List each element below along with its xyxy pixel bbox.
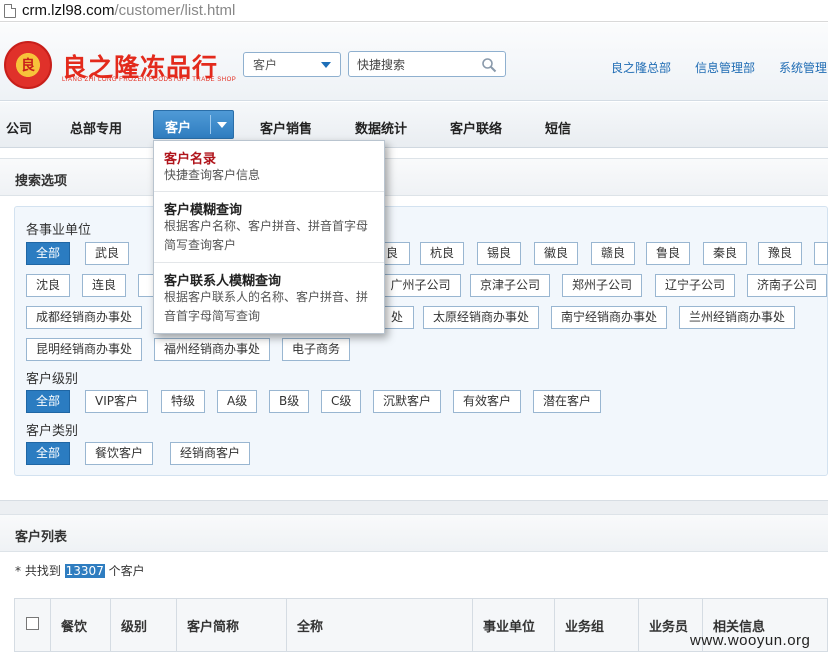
level-chip[interactable]: 潜在客户 bbox=[533, 390, 602, 413]
unit-chip[interactable] bbox=[814, 242, 828, 265]
unit-chip[interactable]: 昆明经销商办事处 bbox=[26, 338, 143, 361]
select-all-checkbox[interactable] bbox=[26, 617, 39, 630]
column-header[interactable]: 业务组 bbox=[555, 599, 639, 652]
nav-customer[interactable]: 客户 bbox=[153, 110, 234, 139]
level-label: 客户级别 bbox=[26, 372, 79, 387]
customer-dropdown-menu: 客户名录 快捷查询客户信息 客户模糊查询 根据客户名称、客户拼音、拼音首字母简写… bbox=[153, 140, 385, 334]
column-header[interactable]: 客户简称 bbox=[177, 599, 287, 652]
section-divider bbox=[0, 500, 828, 514]
nav-customer-sales[interactable]: 客户销售 bbox=[260, 118, 312, 137]
level-chip[interactable]: VIP客户 bbox=[85, 390, 148, 413]
unit-chip[interactable]: 秦良 bbox=[703, 242, 748, 265]
unit-chip[interactable]: 武良 bbox=[85, 242, 130, 265]
unit-chip[interactable]: 京津子公司 bbox=[470, 274, 551, 297]
unit-chip[interactable]: 郑州子公司 bbox=[562, 274, 643, 297]
top-links: 良之隆总部 信息管理部 系统管理 bbox=[611, 59, 828, 76]
watermark-text: www.wooyun.org bbox=[690, 632, 811, 649]
nav-customer-contact[interactable]: 客户联络 bbox=[450, 118, 502, 137]
menu-item-fuzzy-customer-search[interactable]: 客户模糊查询 根据客户名称、客户拼音、拼音首字母简写查询客户 bbox=[154, 192, 384, 263]
unit-chip[interactable]: 锡良 bbox=[477, 242, 522, 265]
unit-chip[interactable]: 豫良 bbox=[758, 242, 803, 265]
unit-chip[interactable]: 南宁经销商办事处 bbox=[551, 306, 668, 329]
type-label: 客户类别 bbox=[26, 424, 79, 439]
nav-company[interactable]: 公司 bbox=[6, 118, 32, 137]
menu-item-fuzzy-contact-search[interactable]: 客户联系人模糊查询 根据客户联系人的名称、客户拼音、拼音首字母简写查询 bbox=[154, 263, 384, 333]
level-chip[interactable]: 有效客户 bbox=[453, 390, 522, 413]
unit-chip[interactable]: 鲁良 bbox=[646, 242, 691, 265]
search-options-header: 搜索选项 bbox=[0, 158, 828, 196]
chevron-down-icon[interactable] bbox=[217, 122, 227, 128]
unit-chip[interactable]: 广州子公司 bbox=[380, 274, 461, 297]
address-bar[interactable]: crm.lzl98.com/customer/list.html bbox=[0, 0, 828, 22]
unit-chip[interactable]: 济南子公司 bbox=[747, 274, 828, 297]
unit-chip[interactable]: 全部 bbox=[26, 242, 71, 265]
level-chip[interactable]: A级 bbox=[217, 390, 258, 413]
menu-item-desc: 快捷查询客户信息 bbox=[164, 168, 261, 182]
link-hq[interactable]: 良之隆总部 bbox=[611, 59, 671, 76]
unit-chip[interactable]: 兰州经销商办事处 bbox=[679, 306, 796, 329]
unit-label: 各事业单位 bbox=[26, 223, 92, 238]
search-type-value: 客户 bbox=[253, 58, 278, 72]
type-chip[interactable]: 全部 bbox=[26, 442, 71, 465]
nav-sms[interactable]: 短信 bbox=[545, 118, 571, 137]
nav-hq-only[interactable]: 总部专用 bbox=[70, 118, 122, 137]
unit-chip[interactable]: 赣良 bbox=[591, 242, 636, 265]
unit-chip[interactable]: 太原经销商办事处 bbox=[423, 306, 540, 329]
column-header[interactable]: 餐饮 bbox=[51, 599, 111, 652]
menu-item-desc: 根据客户联系人的名称、客户拼音、拼音首字母简写查询 bbox=[164, 290, 369, 323]
search-options-title: 搜索选项 bbox=[15, 174, 68, 189]
unit-chip[interactable]: 成都经销商办事处 bbox=[26, 306, 143, 329]
menu-item-customer-directory[interactable]: 客户名录 快捷查询客户信息 bbox=[154, 141, 384, 192]
unit-chip[interactable]: 电子商务 bbox=[282, 338, 351, 361]
nav-customer-label: 客户 bbox=[165, 121, 192, 136]
link-system-admin[interactable]: 系统管理 bbox=[779, 59, 827, 76]
unit-chip[interactable]: 处 bbox=[380, 306, 414, 329]
menu-item-title: 客户模糊查询 bbox=[164, 203, 243, 218]
level-chip[interactable]: B级 bbox=[269, 390, 310, 413]
unit-chip[interactable]: 福州经销商办事处 bbox=[154, 338, 271, 361]
url-path: /customer/list.html bbox=[114, 2, 236, 19]
column-header[interactable]: 全称 bbox=[287, 599, 473, 652]
level-chip[interactable]: 全部 bbox=[26, 390, 71, 413]
site-header: 良 良之隆冻品行 LIANG ZHI LONG FROZEN FOODSTUFF… bbox=[0, 23, 828, 101]
logo-subtitle: LIANG ZHI LONG FROZEN FOODSTUFF TRADE SH… bbox=[62, 77, 237, 83]
menu-item-title: 客户名录 bbox=[164, 152, 217, 167]
page-icon bbox=[4, 3, 16, 18]
count-suffix: 个客户 bbox=[108, 564, 145, 578]
count-value: 13307 bbox=[64, 564, 105, 578]
type-chip[interactable]: 餐饮客户 bbox=[85, 442, 154, 465]
search-icon[interactable] bbox=[481, 57, 497, 73]
chevron-down-icon bbox=[321, 62, 331, 68]
level-chip[interactable]: C级 bbox=[321, 390, 362, 413]
search-type-select[interactable]: 客户 bbox=[243, 52, 341, 77]
search-input[interactable]: 快捷搜索 bbox=[348, 51, 506, 77]
result-count: * 共找到 13307 个客户 bbox=[15, 562, 145, 579]
unit-chip[interactable]: 徽良 bbox=[534, 242, 579, 265]
unit-chip[interactable]: 杭良 bbox=[420, 242, 465, 265]
column-header[interactable]: 事业单位 bbox=[473, 599, 555, 652]
search-placeholder: 快捷搜索 bbox=[357, 57, 406, 72]
unit-chip[interactable]: 沈良 bbox=[26, 274, 71, 297]
url-text[interactable]: crm.lzl98.com/customer/list.html bbox=[22, 2, 235, 19]
unit-chip[interactable]: 连良 bbox=[82, 274, 127, 297]
unit-chip[interactable] bbox=[138, 274, 154, 297]
menu-item-title: 客户联系人模糊查询 bbox=[164, 274, 282, 289]
divider bbox=[210, 115, 211, 134]
customer-list-title: 客户列表 bbox=[15, 530, 68, 545]
nav-data-stats[interactable]: 数据统计 bbox=[355, 118, 407, 137]
unit-chip[interactable]: 辽宁子公司 bbox=[655, 274, 736, 297]
link-info-dept[interactable]: 信息管理部 bbox=[695, 59, 755, 76]
logo-badge-icon: 良 bbox=[4, 41, 52, 89]
level-chip[interactable]: 特级 bbox=[161, 390, 206, 413]
column-select bbox=[15, 599, 51, 652]
menu-item-desc: 根据客户名称、客户拼音、拼音首字母简写查询客户 bbox=[164, 219, 369, 252]
main-nav: 公司 总部专用 客户销售 数据统计 客户联络 短信 bbox=[0, 102, 828, 148]
type-chip[interactable]: 经销商客户 bbox=[170, 442, 251, 465]
level-chip[interactable]: 沉默客户 bbox=[373, 390, 442, 413]
count-prefix: * 共找到 bbox=[15, 564, 61, 578]
column-header[interactable]: 级别 bbox=[111, 599, 177, 652]
customer-list-header: 客户列表 bbox=[0, 514, 828, 552]
url-host: crm.lzl98.com bbox=[22, 2, 115, 19]
